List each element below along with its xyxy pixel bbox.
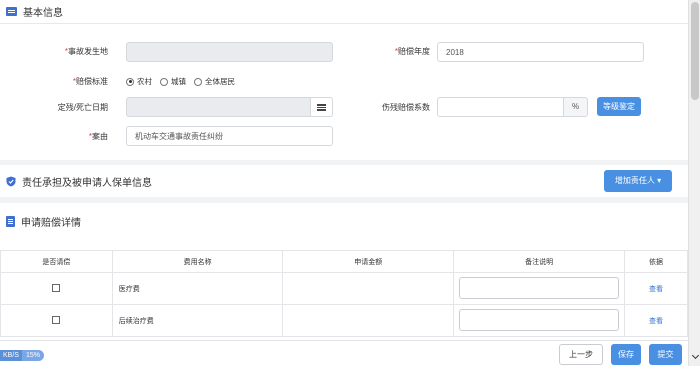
view-link[interactable]: 查看 (649, 286, 663, 293)
accident-place-label: *事故发生地 (64, 47, 108, 56)
comp-standard-label: *赔偿标准 (72, 77, 108, 86)
network-speed-widget: KB/S 15% (0, 349, 44, 362)
previous-step-button[interactable]: 上一步 (559, 344, 603, 365)
radio-button[interactable] (126, 77, 134, 86)
speed-readout: KB/S (0, 350, 22, 361)
comp-year-label: *赔偿年度 (394, 47, 430, 56)
column-header: 是否请偿 (0, 250, 113, 273)
claim-checkbox[interactable] (52, 283, 61, 292)
claim-table: 是否请偿 费用名称 申请金额 备注说明 依据 医疗费 查看 后续治疗费 查看 (0, 250, 688, 337)
comp-year-input[interactable]: 2018 (437, 42, 644, 62)
grade-assessment-button[interactable]: 等级鉴定 (597, 97, 641, 116)
fee-name: 后续治疗费 (111, 304, 284, 337)
disability-date-input[interactable] (126, 97, 311, 117)
disability-coef-label: 伤残赔偿系数 (382, 103, 430, 112)
table-row: 后续治疗费 查看 (0, 304, 688, 337)
disability-coef-input[interactable] (437, 97, 564, 117)
radio-option-rural[interactable]: 农村 (126, 76, 152, 87)
cause-input[interactable]: 机动车交通事故责任纠纷 (126, 126, 333, 146)
radio-option-all-residents[interactable]: 全体居民 (194, 76, 235, 87)
amount-cell[interactable] (282, 272, 455, 305)
liability-header: 责任承担及被申请人保单信息 (0, 165, 688, 197)
add-liable-party-button[interactable]: 增加责任人 ▾ (604, 170, 672, 192)
basic-info-panel: 基本信息 *事故发生地 *赔偿年度 2018 *赔偿标准 农村 城镇 全体居民 … (0, 0, 688, 160)
table-header-row: 是否请偿 费用名称 申请金额 备注说明 依据 (0, 250, 688, 273)
calendar-button[interactable] (311, 97, 333, 117)
shield-icon (6, 176, 16, 186)
cause-label: *案由 (88, 132, 108, 141)
save-button[interactable]: 保存 (611, 344, 641, 365)
claim-checkbox[interactable] (52, 315, 61, 324)
amount-cell[interactable] (282, 304, 455, 337)
liability-panel: 责任承担及被申请人保单信息 增加责任人 ▾ (0, 165, 688, 197)
claim-panel: 申请赔偿详情 是否请偿 费用名称 申请金额 备注说明 依据 医疗费 查看 后续治… (0, 203, 688, 340)
comp-standard-radio-group: 农村 城镇 全体居民 (126, 76, 243, 87)
note-input[interactable] (459, 308, 620, 331)
basic-info-header: 基本信息 (0, 0, 688, 24)
claim-header: 申请赔偿详情 (0, 203, 688, 239)
progress-readout: 15% (21, 350, 44, 361)
scroll-thumb[interactable] (691, 2, 699, 100)
radio-button[interactable] (194, 77, 202, 86)
column-header: 费用名称 (111, 250, 284, 273)
radio-button[interactable] (160, 77, 168, 86)
note-input[interactable] (459, 276, 620, 299)
vertical-scrollbar[interactable] (688, 0, 700, 366)
liability-title: 责任承担及被申请人保单信息 (22, 177, 152, 189)
chevron-down-icon[interactable] (689, 351, 700, 362)
fee-name: 医疗费 (111, 272, 284, 305)
percent-addon: % (564, 97, 588, 117)
footer-bar: KB/S 15% 上一步 保存 提交 (0, 340, 688, 366)
view-link[interactable]: 查看 (649, 318, 663, 325)
column-header: 备注说明 (453, 250, 626, 273)
table-row: 医疗费 查看 (0, 272, 688, 305)
radio-option-urban[interactable]: 城镇 (160, 76, 186, 87)
document-icon (6, 215, 15, 227)
column-header: 依据 (624, 250, 688, 273)
column-header: 申请金额 (282, 250, 455, 273)
page: 基本信息 *事故发生地 *赔偿年度 2018 *赔偿标准 农村 城镇 全体居民 … (0, 0, 688, 366)
calendar-icon (317, 103, 326, 111)
claim-title: 申请赔偿详情 (21, 217, 81, 229)
submit-button[interactable]: 提交 (649, 344, 682, 365)
accident-place-input[interactable] (126, 42, 333, 62)
disability-date-label: 定残/死亡日期 (57, 103, 108, 112)
basic-info-title: 基本信息 (23, 8, 63, 19)
caret-down-icon: ▾ (657, 176, 662, 185)
id-card-icon (6, 7, 17, 16)
